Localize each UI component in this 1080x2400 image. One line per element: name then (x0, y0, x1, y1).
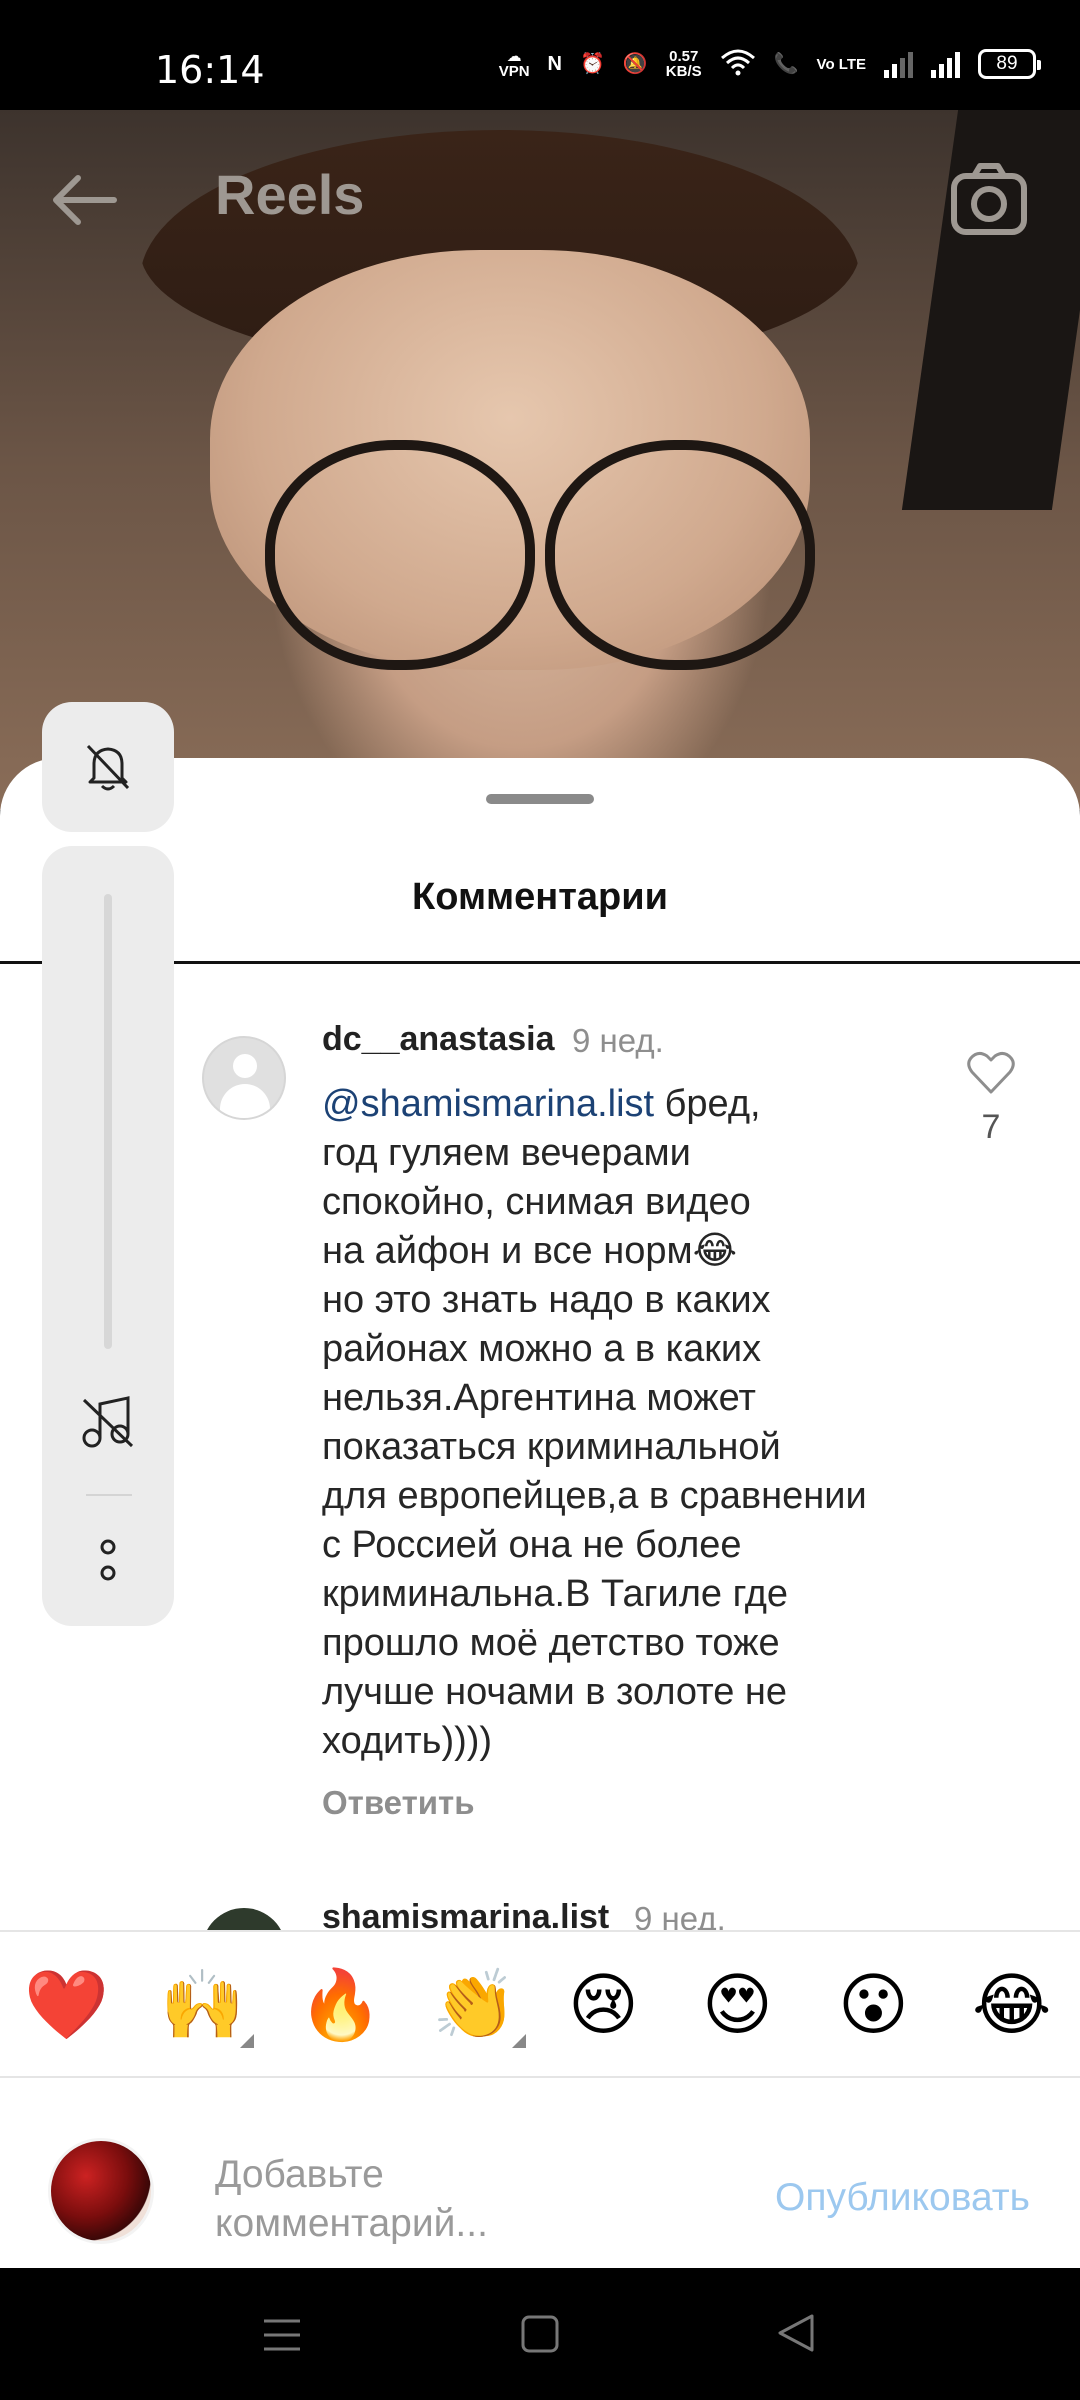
heart-icon[interactable] (966, 1050, 1016, 1096)
emoji-fire[interactable]: 🔥 (298, 1966, 383, 2046)
home-icon[interactable] (520, 2314, 560, 2354)
emoji-surprised[interactable]: 😮 (838, 1966, 909, 2046)
comment-time: 9 нед. (572, 1022, 664, 1059)
skin-tone-indicator (512, 2034, 526, 2048)
bell-off-icon (86, 744, 130, 791)
skin-tone-indicator (240, 2034, 254, 2048)
emoji-clapping[interactable]: 👏 (432, 1966, 517, 2046)
volume-slider[interactable] (104, 894, 112, 1349)
status-time: 16:14 (155, 48, 265, 92)
emoji-heart-eyes[interactable]: 😍 (702, 1966, 773, 2046)
avatar-body-shape (220, 1084, 270, 1118)
sheet-drag-handle[interactable] (486, 794, 594, 804)
network-speed: 0.57 KB/S (665, 48, 702, 80)
comment-body: бред, год гуляем вечерами спокойно, сним… (322, 1083, 867, 1762)
like-count: 7 (981, 1108, 1001, 1146)
music-off-icon[interactable] (78, 1394, 138, 1450)
alarm-icon: ⏰ (579, 53, 605, 75)
user-avatar (48, 2138, 154, 2244)
commenter-avatar[interactable] (202, 1036, 286, 1120)
comment-compose: Добавьте комментарий... Опубликовать (0, 2078, 1080, 2268)
video-glasses-right (545, 440, 815, 670)
signal-2-icon (931, 50, 960, 78)
mute-notifications-button[interactable] (42, 702, 174, 832)
nfc-icon: N (547, 53, 562, 75)
emoji-raised-hands[interactable]: 🙌 (160, 1966, 245, 2046)
status-icons: ☁ VPN N ⏰ 🔕 0.57 KB/S 📞 Vo LTE 89 (498, 48, 1041, 80)
volte-icon: Vo LTE (816, 55, 866, 73)
emoji-crying[interactable]: 😢 (568, 1966, 639, 2046)
mute-bell-icon: 🔕 (622, 53, 648, 75)
comment-mention-link[interactable]: @shamismarina.list (322, 1083, 654, 1125)
video-glasses-left (265, 440, 535, 670)
comment-input[interactable]: Добавьте комментарий... (215, 2150, 715, 2248)
emoji-joy[interactable]: 😂 (972, 1966, 1051, 2046)
emoji-quick-bar: ❤️ 🙌 🔥 👏 😢 😍 😮 😂 (0, 1930, 1080, 2078)
more-options-icon[interactable] (98, 1539, 118, 1583)
comment-input-placeholder: Добавьте комментарий... (215, 2153, 488, 2245)
status-bar: 16:14 ☁ VPN N ⏰ 🔕 0.57 KB/S 📞 Vo LTE 89 (0, 0, 1080, 110)
publish-button[interactable]: Опубликовать (775, 2176, 1030, 2220)
emoji-heart[interactable]: ❤️ (24, 1966, 109, 2046)
system-nav-bar (0, 2268, 1080, 2400)
avatar-head-shape (233, 1054, 257, 1078)
page-title: Reels (215, 163, 365, 226)
call-icon: 📞 (773, 53, 799, 75)
back-triangle-icon[interactable] (776, 2312, 816, 2354)
side-divider (86, 1494, 132, 1496)
comment-username[interactable]: dc__anastasia (322, 1020, 555, 1059)
reels-header: Reels (0, 110, 1080, 280)
recent-apps-icon[interactable] (262, 2318, 302, 2352)
reply-button[interactable]: Ответить (322, 1784, 475, 1822)
wifi-icon (720, 48, 756, 80)
battery-icon: 89 (978, 49, 1041, 79)
signal-1-icon (884, 50, 913, 78)
vpn-icon: ☁ VPN (498, 48, 530, 80)
side-toolbar (42, 846, 174, 1626)
camera-icon[interactable] (948, 158, 1030, 240)
back-arrow-icon[interactable] (44, 160, 124, 240)
comment-text: @shamismarina.list бред, год гуляем вече… (322, 1080, 952, 1766)
